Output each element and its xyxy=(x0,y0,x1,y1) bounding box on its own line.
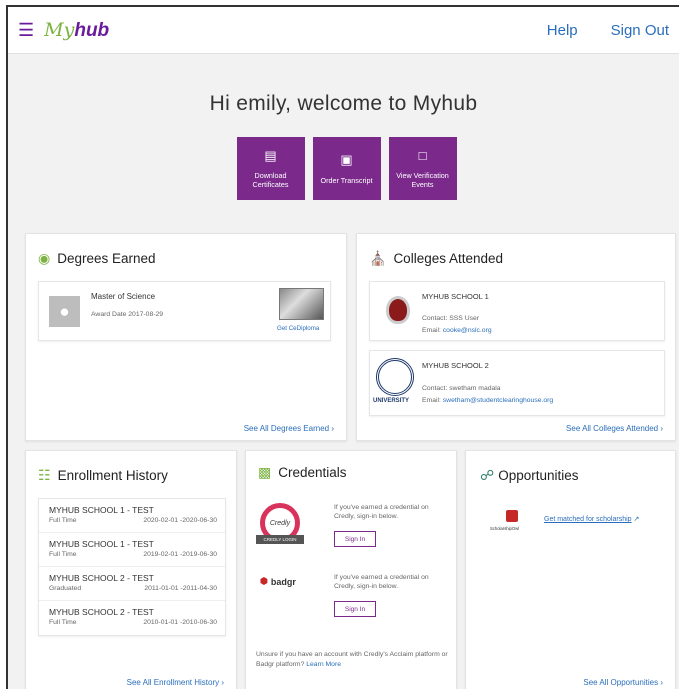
order-transcript-button[interactable]: ▣ Order Transcript xyxy=(312,137,381,200)
credentials-title: Credentials xyxy=(278,465,347,480)
degree-name: Master of Science xyxy=(91,292,156,301)
external-link-icon[interactable]: ↗ xyxy=(634,516,640,523)
welcome-heading: Hi emily, welcome to Myhub xyxy=(209,92,478,115)
opportunities-icon: ☍ xyxy=(480,467,495,483)
college-item[interactable]: UNIVERSITY MYHUB SCHOOL 2 Contact: sweth… xyxy=(369,350,665,416)
verification-icon: □ xyxy=(418,147,427,163)
school-2-seal-icon xyxy=(376,358,414,396)
scholarship-owl-logo: ScholarshipOwl xyxy=(490,526,520,531)
credentials-footer-text: Unsure if you have an account with Credl… xyxy=(256,651,448,668)
enrollment-history-card: ☷ Enrollment History MYHUB SCHOOL 1 - TES… xyxy=(25,450,237,689)
school-1-shield-icon xyxy=(386,296,410,324)
medal-icon: ◉ xyxy=(38,250,51,266)
enrollment-row[interactable]: MYHUB SCHOOL 1 - TEST Full Time 2019-02-0… xyxy=(39,533,225,567)
degree-award-date: Award Date 2017-08-29 xyxy=(91,311,164,318)
badgr-description: If you've earned a credential on Credly,… xyxy=(334,574,429,591)
top-nav: Help Sign Out xyxy=(547,22,669,39)
degree-item[interactable]: ● Master of Science Award Date 2017-08-2… xyxy=(38,281,331,341)
see-all-opportunities-link[interactable]: See All Opportunities › xyxy=(583,678,663,687)
credentials-icon: ▩ xyxy=(258,464,272,480)
college-building-icon: ⛪ xyxy=(369,250,387,266)
degree-avatar-icon: ● xyxy=(49,296,80,327)
view-verification-events-button[interactable]: □ View Verification Events xyxy=(388,137,457,200)
school-2-seal-label: UNIVERSITY xyxy=(373,398,410,404)
enrollment-row[interactable]: MYHUB SCHOOL 2 - TEST Full Time 2010-01-0… xyxy=(39,601,225,635)
hamburger-menu-icon[interactable]: ☰ xyxy=(18,20,34,41)
diploma-thumbnail xyxy=(279,288,324,320)
degrees-earned-card: ◉ Degrees Earned ● Master of Science Awar… xyxy=(25,233,347,441)
opportunities-title: Opportunities xyxy=(498,468,579,483)
see-all-degrees-link[interactable]: See All Degrees Earned › xyxy=(244,424,334,433)
college-email-link[interactable]: swetham@studentclearinghouse.org xyxy=(443,397,553,404)
get-cediploma-link[interactable]: Get CeDiploma xyxy=(277,325,319,332)
certificate-icon: ▤ xyxy=(264,147,277,163)
college-contact: swetham madala xyxy=(449,385,501,392)
credly-description: If you've earned a credential on Credly,… xyxy=(334,504,429,521)
credly-sign-in-button[interactable]: Sign In xyxy=(334,531,376,547)
badgr-sign-in-button[interactable]: Sign In xyxy=(334,601,376,617)
college-item[interactable]: MYHUB SCHOOL 1 Contact: SSS User Email: … xyxy=(369,281,665,341)
sign-out-link[interactable]: Sign Out xyxy=(611,22,669,39)
colleges-attended-card: ⛪ Colleges Attended MYHUB SCHOOL 1 Contac… xyxy=(356,233,676,441)
scholarship-owl-icon xyxy=(506,510,518,522)
college-contact: SSS User xyxy=(449,315,480,322)
badgr-logo: ⬢ badgr xyxy=(260,576,296,587)
learn-more-link[interactable]: Learn More xyxy=(306,661,341,668)
credly-login-banner: CREDLY LOGIN xyxy=(256,535,304,544)
help-link[interactable]: Help xyxy=(547,22,578,39)
enrollment-row[interactable]: MYHUB SCHOOL 1 - TEST Full Time 2020-02-0… xyxy=(39,499,225,533)
college-name: MYHUB SCHOOL 1 xyxy=(422,292,489,301)
enrollment-icon: ☷ xyxy=(38,467,51,483)
app-frame: ☰ Myhub Help Sign Out Hi emily, welcome … xyxy=(6,5,679,689)
enrollment-history-title: Enrollment History xyxy=(57,468,168,483)
colleges-attended-title: Colleges Attended xyxy=(393,251,504,266)
enrollment-row[interactable]: MYHUB SCHOOL 2 - TEST Graduated 2011-01-0… xyxy=(39,567,225,601)
see-all-colleges-link[interactable]: See All Colleges Attended › xyxy=(566,424,663,433)
enrollment-list: MYHUB SCHOOL 1 - TEST Full Time 2020-02-0… xyxy=(38,498,226,636)
get-matched-scholarship-link[interactable]: Get matched for scholarship xyxy=(544,516,632,523)
opportunities-card: ☍ Opportunities ScholarshipOwl Get matche… xyxy=(465,450,676,689)
credentials-card: ▩ Credentials Credly CREDLY LOGIN If you'… xyxy=(245,450,457,689)
top-bar: ☰ Myhub Help Sign Out xyxy=(8,7,679,54)
see-all-enrollment-link[interactable]: See All Enrollment History › xyxy=(127,678,224,687)
quick-actions: ▤ Download Certificates ▣ Order Transcri… xyxy=(8,137,679,200)
college-name: MYHUB SCHOOL 2 xyxy=(422,361,489,370)
myhub-logo[interactable]: Myhub xyxy=(44,19,109,42)
badgr-icon: ⬢ xyxy=(260,576,268,586)
download-certificates-button[interactable]: ▤ Download Certificates xyxy=(236,137,305,200)
transcript-icon: ▣ xyxy=(340,152,353,168)
college-email-link[interactable]: cooke@nslc.org xyxy=(443,327,492,334)
degrees-earned-title: Degrees Earned xyxy=(57,251,156,266)
